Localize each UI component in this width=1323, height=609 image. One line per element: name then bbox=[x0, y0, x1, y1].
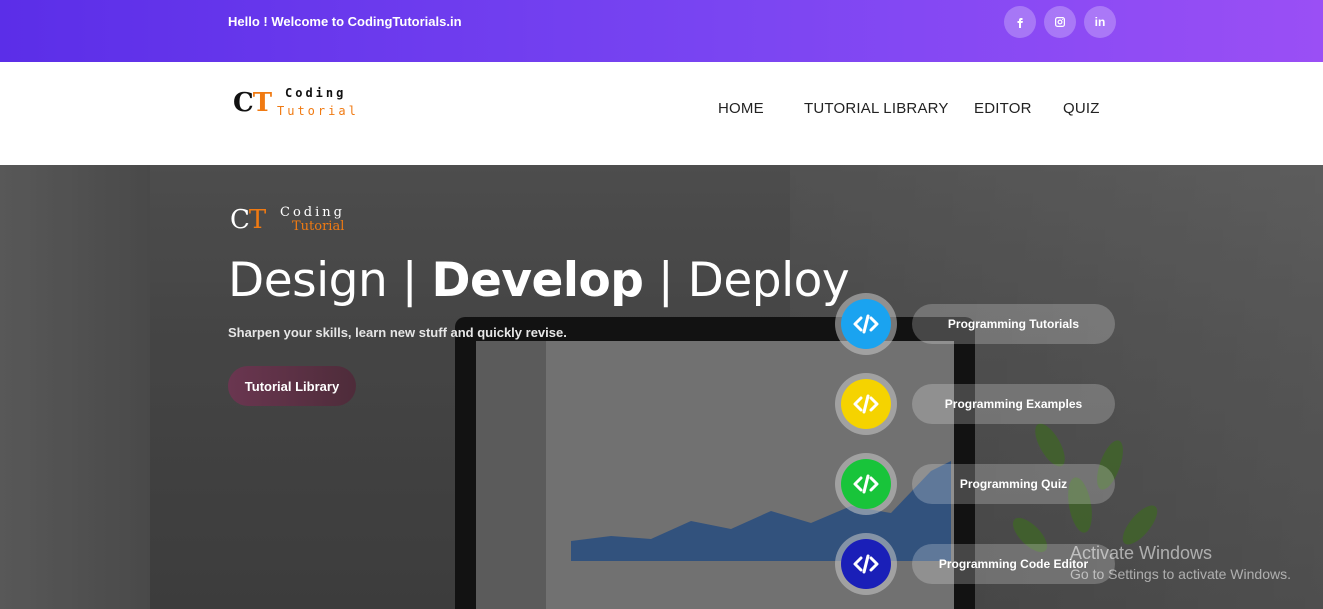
top-bar: Hello ! Welcome to CodingTutorials.in in bbox=[0, 0, 1323, 62]
instagram-icon[interactable] bbox=[1044, 6, 1076, 38]
feature-programming-quiz[interactable]: Programming Quiz bbox=[835, 453, 1115, 515]
welcome-text: Hello ! Welcome to CodingTutorials.in bbox=[228, 14, 462, 29]
site-logo[interactable]: CT Coding Tutorial bbox=[233, 84, 373, 134]
feature-label: Programming Examples bbox=[912, 384, 1115, 424]
code-icon bbox=[841, 539, 891, 589]
feature-programming-tutorials[interactable]: Programming Tutorials bbox=[835, 293, 1115, 355]
code-icon bbox=[841, 459, 891, 509]
code-icon bbox=[841, 379, 891, 429]
hero-headline: Design | Develop | Deploy bbox=[228, 253, 850, 308]
nav-tutorial-library[interactable]: TUTORIAL LIBRARY bbox=[804, 100, 949, 117]
facebook-icon[interactable] bbox=[1004, 6, 1036, 38]
feature-label: Programming Tutorials bbox=[912, 304, 1115, 344]
linkedin-icon[interactable]: in bbox=[1084, 6, 1116, 38]
nav-quiz[interactable]: QUIZ bbox=[1063, 100, 1100, 117]
site-header: CT Coding Tutorial HOME TUTORIAL LIBRARY… bbox=[0, 62, 1323, 165]
hero-tagline: Sharpen your skills, learn new stuff and… bbox=[228, 325, 567, 340]
hero-logo: CT Coding Tutorial bbox=[230, 205, 345, 235]
feature-label: Programming Quiz bbox=[912, 464, 1115, 504]
tutorial-library-button[interactable]: Tutorial Library bbox=[228, 366, 356, 406]
feature-programming-examples[interactable]: Programming Examples bbox=[835, 373, 1115, 435]
nav-editor[interactable]: EDITOR bbox=[974, 100, 1032, 117]
activate-windows-watermark: Activate Windows Go to Settings to activ… bbox=[1070, 543, 1291, 582]
nav-home[interactable]: HOME bbox=[718, 100, 764, 117]
code-icon bbox=[841, 299, 891, 349]
